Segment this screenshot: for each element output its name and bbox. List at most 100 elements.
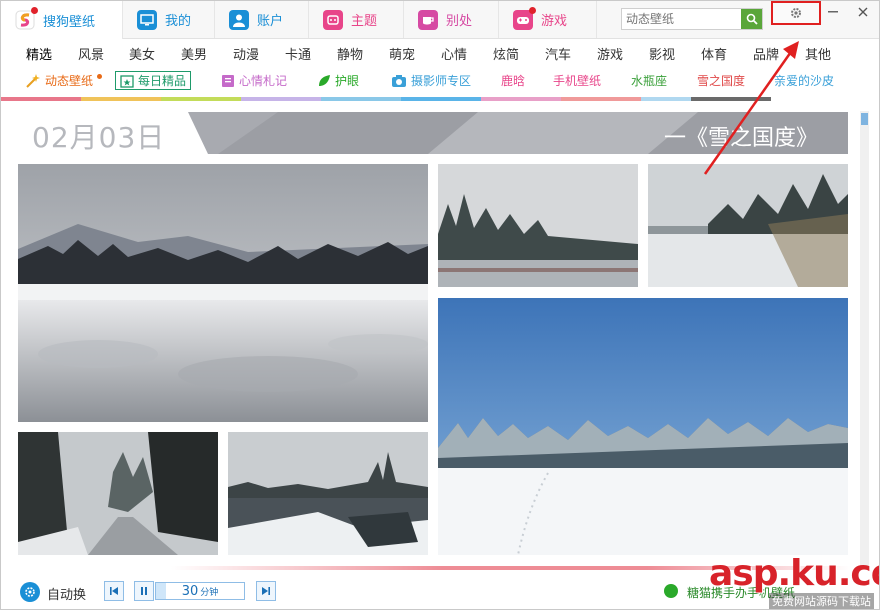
category-item[interactable]: 卡通 xyxy=(285,44,311,63)
topic-daily-pick[interactable]: 每日精品 xyxy=(115,71,192,90)
wallpaper-thumbnail[interactable] xyxy=(18,432,218,555)
site-watermark: asp.ku.com 免费网站源码下载站 xyxy=(709,553,879,609)
previous-button[interactable] xyxy=(104,581,124,601)
leaf-icon xyxy=(319,74,330,86)
wallpaper-thumbnail[interactable] xyxy=(438,164,638,287)
topic-luhan[interactable]: 鹿晗 xyxy=(501,72,525,89)
daily-date: 02月03日 xyxy=(32,121,166,154)
close-icon xyxy=(858,7,868,17)
search-button[interactable] xyxy=(741,9,762,29)
minimize-icon xyxy=(828,11,838,13)
topic-dynamic-wallpaper[interactable]: 动态壁纸 xyxy=(25,72,103,89)
sogou-logo-icon xyxy=(15,7,38,30)
timer-unit: 分钟 xyxy=(200,587,219,598)
tab-games[interactable]: 游戏 xyxy=(499,1,597,38)
category-item[interactable]: 动漫 xyxy=(233,44,259,63)
theme-icon xyxy=(323,9,343,30)
calendar-star-icon xyxy=(120,74,134,88)
notebook-icon xyxy=(222,74,234,87)
vertical-scrollbar[interactable] xyxy=(860,111,869,567)
skip-forward-icon xyxy=(262,587,270,595)
category-item[interactable]: 美男 xyxy=(181,44,207,63)
daily-header: 02月03日 一《雪之国度》 xyxy=(18,112,848,154)
settings-button[interactable] xyxy=(771,1,821,25)
timer-value: 30 xyxy=(181,583,199,599)
skip-back-icon xyxy=(110,587,118,595)
tab-label: 别处 xyxy=(446,14,473,29)
category-item[interactable]: 静物 xyxy=(337,44,363,63)
topic-shar-pei[interactable]: 亲爱的沙皮 xyxy=(774,72,834,89)
gear-icon xyxy=(791,8,801,18)
timer-progress xyxy=(156,583,166,599)
category-item[interactable]: 精选 xyxy=(26,44,52,63)
tab-label: 游戏 xyxy=(541,14,568,29)
category-item[interactable]: 心情 xyxy=(441,44,467,63)
user-icon xyxy=(229,9,249,30)
monitor-icon xyxy=(137,9,157,30)
tab-theme[interactable]: 主题 xyxy=(309,1,404,38)
tab-elsewhere[interactable]: 别处 xyxy=(404,1,499,38)
topic-label: 护眼 xyxy=(335,74,360,88)
category-item[interactable]: 游戏 xyxy=(597,44,623,63)
wallpaper-thumbnail[interactable] xyxy=(648,164,848,287)
pause-icon xyxy=(141,587,147,595)
topic-snow-country[interactable]: 雪之国度 xyxy=(697,72,745,89)
auto-switch-icon[interactable] xyxy=(20,582,40,602)
tab-label: 搜狗壁纸 xyxy=(43,14,96,30)
category-nav: 精选 风景 美女 美男 动漫 卡通 静物 萌宠 心情 炫简 汽车 游戏 影视 体… xyxy=(1,41,879,65)
topic-mood-notes[interactable]: 心情札记 xyxy=(221,72,287,89)
topic-label: 雪之国度 xyxy=(697,74,746,88)
topic-photographer[interactable]: 摄影师专区 xyxy=(391,72,471,89)
wallpaper-thumbnail[interactable] xyxy=(438,298,848,555)
tab-sogou-wallpaper[interactable]: 搜狗壁纸 xyxy=(1,1,123,39)
speaker-icon xyxy=(664,584,678,598)
tab-label: 主题 xyxy=(351,14,378,29)
tab-mine[interactable]: 我的 xyxy=(123,1,215,38)
tab-label: 账户 xyxy=(257,14,284,29)
daily-theme: 一《雪之国度》 xyxy=(663,126,818,151)
camera-icon xyxy=(392,74,406,87)
gamepad-icon xyxy=(513,6,536,30)
topic-eye-care[interactable]: 护眼 xyxy=(317,72,359,89)
title-bar: 搜狗壁纸 我的 账户 主题 别处 游戏 动态壁纸 xyxy=(1,1,879,39)
interval-timer[interactable]: 30 分钟 xyxy=(155,582,245,600)
topic-label: 亲爱的沙皮 xyxy=(774,74,835,88)
wallpaper-gallery: 02月03日 一《雪之国度》 xyxy=(1,101,879,567)
category-item[interactable]: 美女 xyxy=(129,44,155,63)
topic-label: 摄影师专区 xyxy=(411,74,472,88)
category-item[interactable]: 汽车 xyxy=(545,44,571,63)
category-item[interactable]: 萌宠 xyxy=(389,44,415,63)
search-input[interactable] xyxy=(622,9,748,29)
category-item[interactable]: 其他 xyxy=(805,44,831,63)
tab-account[interactable]: 账户 xyxy=(215,1,309,38)
pause-button[interactable] xyxy=(134,581,154,601)
topic-nav: 动态壁纸 每日精品 心情札记 护眼 摄影师专区 鹿晗 手机壁纸 水瓶座 雪之国度… xyxy=(1,68,879,94)
search-icon xyxy=(746,13,758,25)
wallpaper-thumbnail[interactable] xyxy=(18,164,428,422)
topic-aquarius[interactable]: 水瓶座 xyxy=(631,72,667,89)
topic-label: 水瓶座 xyxy=(631,74,668,88)
auto-switch-label: 自动换 xyxy=(47,588,87,603)
topic-label: 心情札记 xyxy=(239,74,288,88)
cup-icon xyxy=(418,9,438,30)
wallpaper-thumbnail[interactable] xyxy=(228,432,428,555)
next-button[interactable] xyxy=(256,581,276,601)
category-item[interactable]: 影视 xyxy=(649,44,675,63)
minimize-button[interactable] xyxy=(823,1,843,23)
category-item[interactable]: 体育 xyxy=(701,44,727,63)
watermark-tagline: 免费网站源码下载站 xyxy=(769,593,874,609)
category-item[interactable]: 品牌 xyxy=(753,44,779,63)
category-item[interactable]: 炫简 xyxy=(493,44,519,63)
search-box xyxy=(621,8,763,30)
topic-label: 手机壁纸 xyxy=(553,74,602,88)
category-item[interactable]: 风景 xyxy=(78,44,104,63)
topic-label: 鹿晗 xyxy=(501,74,526,88)
topic-label: 动态壁纸 xyxy=(45,74,94,88)
topic-phone-wallpaper[interactable]: 手机壁纸 xyxy=(553,72,601,89)
tab-label: 我的 xyxy=(165,14,192,29)
topic-label: 每日精品 xyxy=(138,74,187,88)
close-button[interactable] xyxy=(851,1,875,23)
new-dot xyxy=(97,74,103,79)
app-window: 搜狗壁纸 我的 账户 主题 别处 游戏 动态壁纸 精选 风景 美女 美男 动漫 … xyxy=(0,0,880,610)
scrollbar-thumb[interactable] xyxy=(861,113,868,125)
